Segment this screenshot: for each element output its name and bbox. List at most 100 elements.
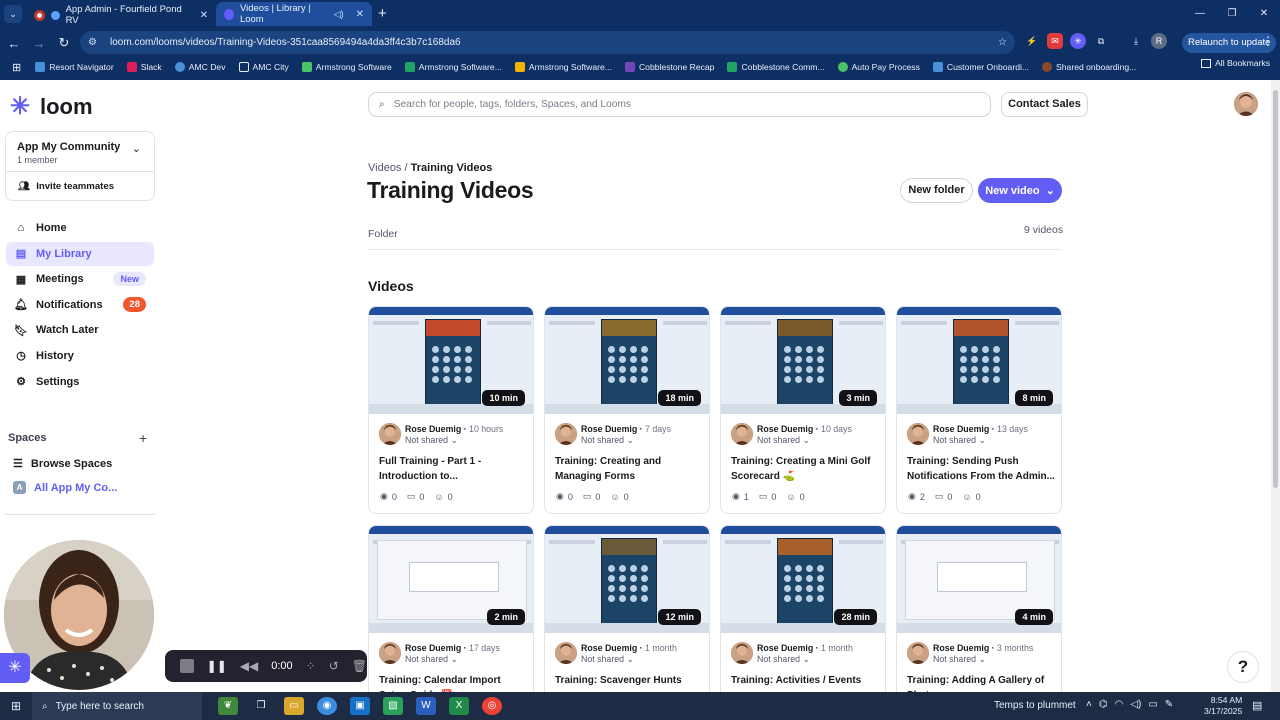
file-explorer-icon[interactable]: ▭ — [284, 697, 304, 715]
weather-widget[interactable]: Temps to plummet — [994, 700, 1076, 711]
store-icon[interactable]: ▣ — [350, 697, 370, 715]
sidebar-item-settings[interactable]: ⚙ Settings — [6, 370, 154, 394]
contact-sales-button[interactable]: Contact Sales — [1001, 92, 1088, 117]
video-card[interactable]: 4 min Rose Duemig · 3 months Not shared ⌄ T… — [896, 525, 1062, 692]
new-folder-button[interactable]: New folder — [900, 178, 973, 203]
bookmark-item[interactable]: Cobblestone Recap — [624, 62, 714, 72]
video-thumbnail[interactable]: 28 min — [721, 526, 885, 633]
video-card[interactable]: 12 min Rose Duemig · 1 month Not shared ⌄ T… — [544, 525, 710, 692]
scrollbar[interactable] — [1271, 80, 1280, 692]
video-title[interactable]: Training: Activities / Events — [731, 673, 881, 688]
back-icon[interactable]: ← — [3, 36, 25, 51]
url-text[interactable]: loom.com/looms/videos/Training-Videos-35… — [110, 37, 461, 48]
workspace-switcher[interactable]: App My Community 1 member ⌄ 👥︎ Invite te… — [5, 131, 155, 201]
video-title[interactable]: Training: Creating and Managing Forms — [555, 454, 705, 484]
tab-app-admin[interactable]: App Admin - Fourfield Pond RV ✕ — [26, 4, 216, 26]
bookmark-item[interactable]: Slack — [126, 62, 162, 72]
bookmark-item[interactable]: Resort Navigator — [35, 62, 114, 72]
sidebar-item-notifications[interactable]: 🔔︎ Notifications 28 — [6, 293, 154, 317]
video-title[interactable]: Training: Calendar Import Setup Guide 📅 — [379, 673, 529, 692]
video-title[interactable]: Training: Adding A Gallery of Photos — [907, 673, 1057, 692]
loom-record-icon[interactable]: ✳ — [0, 653, 30, 683]
extensions-puzzle-icon[interactable]: ⧉ — [1093, 33, 1109, 49]
close-icon[interactable]: ✕ — [200, 10, 208, 21]
author-name[interactable]: Rose Duemig — [757, 643, 813, 653]
author-name[interactable]: Rose Duemig — [405, 643, 461, 653]
share-status-dropdown[interactable]: Not shared ⌄ — [405, 654, 458, 665]
site-info-icon[interactable]: ⚙ — [88, 37, 100, 48]
search-input[interactable]: ⌕ Search for people, tags, folders, Spac… — [368, 92, 991, 117]
bookmark-item[interactable]: Armstrong Software — [301, 62, 392, 72]
browser-menu-icon[interactable]: ⋮ — [1262, 34, 1274, 48]
sidebar-item-meetings[interactable]: ▦ Meetings New — [6, 267, 154, 291]
task-view-icon[interactable]: ❒ — [251, 697, 271, 715]
video-thumbnail[interactable]: 10 min — [369, 307, 533, 414]
folder-tab[interactable]: Folder — [368, 228, 398, 240]
sidebar-item-watch-later[interactable]: 🔖︎ Watch Later — [6, 318, 154, 342]
bookmark-item[interactable]: Armstrong Software... — [514, 62, 612, 72]
maximize-icon[interactable]: ❐ — [1216, 8, 1248, 19]
breadcrumb-link-videos[interactable]: Videos — [368, 162, 401, 174]
minimize-icon[interactable]: — — [1184, 8, 1216, 19]
video-title[interactable]: Training: Sending Push Notifications Fro… — [907, 454, 1057, 484]
address-bar[interactable]: ⚙ loom.com/looms/videos/Training-Videos-… — [80, 31, 1015, 54]
author-name[interactable]: Rose Duemig — [581, 424, 637, 434]
video-card[interactable]: 28 min Rose Duemig · 1 month Not shared ⌄ T… — [720, 525, 886, 692]
wifi-icon[interactable]: ◠ — [1115, 699, 1124, 710]
video-card[interactable]: 18 min Rose Duemig · 7 days Not shared ⌄ Tr… — [544, 306, 710, 514]
profile-avatar-icon[interactable]: R — [1151, 33, 1167, 49]
share-status-dropdown[interactable]: Not shared ⌄ — [757, 654, 810, 665]
tab-loom-library[interactable]: Videos | Library | Loom ◁) ✕ — [216, 2, 372, 26]
close-icon[interactable]: ✕ — [356, 9, 364, 20]
share-status-dropdown[interactable]: Not shared ⌄ — [757, 435, 810, 446]
video-title[interactable]: Full Training - Part 1 - Introduction to… — [379, 454, 529, 484]
pen-icon[interactable]: ✎ — [1165, 699, 1173, 710]
video-thumbnail[interactable]: 3 min — [721, 307, 885, 414]
author-name[interactable]: Rose Duemig — [933, 643, 989, 653]
share-status-dropdown[interactable]: Not shared ⌄ — [405, 435, 458, 446]
browse-spaces-link[interactable]: ☰ Browse Spaces — [13, 457, 112, 471]
chevron-down-icon[interactable]: ⌄ — [132, 142, 141, 155]
reload-icon[interactable]: ↻ — [53, 35, 75, 51]
author-name[interactable]: Rose Duemig — [933, 424, 989, 434]
video-thumbnail[interactable]: 8 min — [897, 307, 1061, 414]
close-window-icon[interactable]: ✕ — [1248, 8, 1280, 19]
avatar[interactable] — [1234, 92, 1258, 116]
copilot-icon[interactable]: ◉ — [317, 697, 337, 715]
share-status-dropdown[interactable]: Not shared ⌄ — [581, 435, 634, 446]
word-icon[interactable]: W — [416, 697, 436, 715]
bookmark-item[interactable]: Customer Onboardi... — [932, 62, 1029, 72]
bookmark-item[interactable]: Cobblestone Comm... — [727, 62, 825, 72]
author-name[interactable]: Rose Duemig — [757, 424, 813, 434]
video-thumbnail[interactable]: 2 min — [369, 526, 533, 633]
sidebar-item-history[interactable]: ◷ History — [6, 344, 154, 368]
video-thumbnail[interactable]: 4 min — [897, 526, 1061, 633]
windows-start-icon[interactable]: ⊞ — [0, 699, 32, 713]
bookmark-item[interactable]: Auto Pay Process — [837, 62, 920, 72]
video-thumbnail[interactable]: 12 min — [545, 526, 709, 633]
battery-icon[interactable]: ▭ — [1148, 699, 1157, 710]
download-icon[interactable]: ⤓ — [1128, 33, 1144, 49]
bookmark-item[interactable]: Shared onboarding... — [1042, 62, 1136, 72]
taskbar-search[interactable]: ⌕ Type here to search — [32, 692, 202, 720]
share-status-dropdown[interactable]: Not shared ⌄ — [933, 435, 986, 446]
chevron-up-icon[interactable]: ˄ — [1086, 699, 1092, 710]
apps-grid-icon[interactable]: ⊞ — [12, 61, 21, 74]
new-tab-icon[interactable]: + — [378, 5, 387, 22]
all-bookmarks[interactable]: All Bookmarks — [1201, 58, 1270, 68]
new-video-button[interactable]: New video ⌄ — [978, 178, 1062, 203]
forward-icon[interactable]: → — [28, 36, 50, 51]
notification-center-icon[interactable]: ▤ — [1252, 699, 1262, 712]
sidebar-item-home[interactable]: ⌂ Home — [6, 216, 154, 240]
space-item[interactable]: A All App My Co... — [13, 481, 117, 494]
extension-red-icon[interactable]: ✉ — [1047, 33, 1063, 49]
add-space-icon[interactable]: + — [139, 430, 147, 446]
loom-extension-icon[interactable]: ✳ — [1070, 33, 1086, 49]
video-title[interactable]: Training: Creating a Mini Golf Scorecard… — [731, 454, 881, 484]
widget-icon[interactable]: ❦ — [218, 697, 238, 715]
bookmark-item[interactable]: AMC Dev — [174, 62, 226, 72]
volume-icon[interactable]: ◁) — [1130, 699, 1141, 710]
sidebar-item-my-library[interactable]: ▤ My Library — [6, 241, 154, 266]
loom-logo[interactable]: ✳ loom — [10, 94, 93, 120]
excel-icon[interactable]: X — [449, 697, 469, 715]
